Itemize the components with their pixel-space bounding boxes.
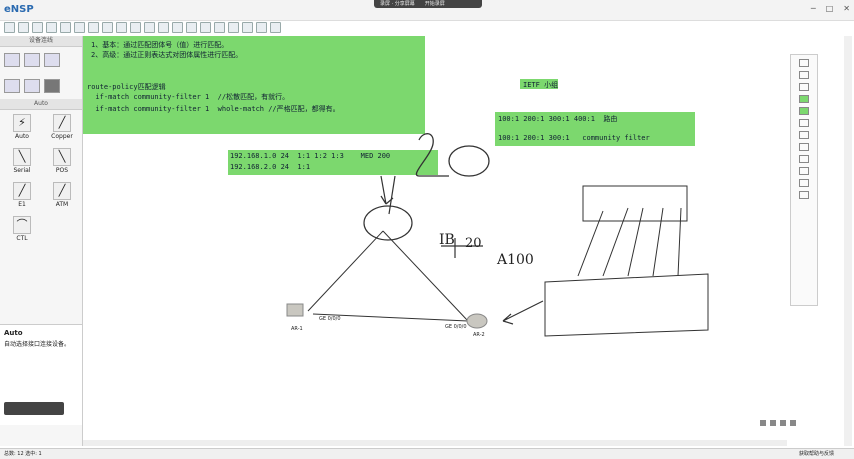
arrow-icon[interactable] bbox=[799, 131, 809, 139]
cloud-icon[interactable] bbox=[24, 79, 40, 93]
topology-canvas[interactable]: 1、基本：通过匹配团体号（值）进行匹配。 2、高级：通过正则表达式对团体属性进行… bbox=[83, 36, 787, 446]
rect-icon[interactable] bbox=[144, 22, 155, 33]
text-icon[interactable] bbox=[130, 22, 141, 33]
pointer-arrow bbox=[502, 300, 544, 325]
switch-icon[interactable] bbox=[24, 53, 40, 67]
cables-title: Auto bbox=[0, 99, 82, 110]
keyboard-icon[interactable] bbox=[780, 420, 786, 426]
cable-auto[interactable]: ⚡ Auto bbox=[4, 114, 40, 146]
open-icon[interactable] bbox=[18, 22, 29, 33]
pen-icon[interactable] bbox=[799, 59, 809, 67]
line-icon[interactable] bbox=[799, 119, 809, 127]
circle-tool-icon[interactable] bbox=[799, 155, 809, 163]
handwritten-20-zero bbox=[448, 145, 490, 177]
app-title: eNSP bbox=[4, 4, 34, 15]
status-bar: 总数: 12 选中: 1 获取帮助与反馈 bbox=[0, 448, 854, 459]
rect-tool-icon[interactable] bbox=[799, 143, 809, 151]
select-icon[interactable] bbox=[88, 22, 99, 33]
cable-icon[interactable] bbox=[44, 79, 60, 93]
ar2-router-icon bbox=[466, 313, 488, 329]
drawing-layer bbox=[286, 133, 709, 337]
toolbar bbox=[4, 22, 524, 34]
atm-icon: ╱ bbox=[53, 182, 71, 200]
stop-icon[interactable] bbox=[186, 22, 197, 33]
cable-atm[interactable]: ╱ ATM bbox=[44, 182, 80, 214]
color-green2-icon[interactable] bbox=[799, 107, 809, 115]
new-icon[interactable] bbox=[4, 22, 15, 33]
down-arrows bbox=[380, 175, 396, 215]
undo-icon[interactable] bbox=[60, 22, 71, 33]
hand-icon[interactable] bbox=[102, 22, 113, 33]
topo-icon[interactable] bbox=[228, 22, 239, 33]
router-icon[interactable] bbox=[4, 53, 20, 67]
grid-icon[interactable] bbox=[242, 22, 253, 33]
e1-icon: ╱ bbox=[13, 182, 31, 200]
cable-serial[interactable]: ╲ Serial bbox=[4, 148, 40, 180]
handwritten-20: 20 bbox=[465, 236, 482, 251]
recorder-bar[interactable]: 录屏 · 分享屏幕 开始录屏 bbox=[374, 0, 482, 8]
window-controls: ─ □ ✕ bbox=[811, 4, 850, 13]
ar1-router-icon bbox=[286, 303, 304, 317]
minimize-button[interactable]: ─ bbox=[811, 4, 816, 13]
pc-icon[interactable] bbox=[4, 79, 20, 93]
save-icon[interactable] bbox=[32, 22, 43, 33]
cable-pos[interactable]: ╲ POS bbox=[44, 148, 80, 180]
ar1-label: AR-1 bbox=[291, 326, 303, 332]
ar1-port: GE 0/0/0 bbox=[319, 316, 341, 322]
cable-copper[interactable]: ╱ Copper bbox=[44, 114, 80, 146]
recorder-start-button[interactable]: 开始录屏 bbox=[425, 0, 445, 8]
dark-button[interactable] bbox=[4, 402, 64, 415]
serial-icon: ╲ bbox=[13, 148, 31, 166]
text-tool-icon[interactable] bbox=[799, 167, 809, 175]
horizontal-scrollbar[interactable] bbox=[83, 440, 787, 446]
upward-arrows bbox=[577, 207, 682, 277]
router-circle bbox=[363, 205, 413, 241]
redo-icon[interactable] bbox=[74, 22, 85, 33]
device-panel: 设备连线 Auto ⚡ Auto ╱ Copper ╲ Serial ╲ POS ╱ E1… bbox=[0, 36, 83, 446]
recorder-share-button[interactable]: 录屏 · 分享屏幕 bbox=[380, 0, 415, 8]
delete-icon[interactable] bbox=[116, 22, 127, 33]
clear-icon[interactable] bbox=[799, 191, 809, 199]
eraser-icon[interactable] bbox=[799, 83, 809, 91]
handwritten-20-label: 20 bbox=[413, 144, 441, 169]
devices-title: 设备连线 bbox=[0, 36, 82, 47]
color-green-icon[interactable] bbox=[799, 95, 809, 103]
annotation-toolbar bbox=[790, 54, 818, 306]
mic-icon[interactable] bbox=[770, 420, 776, 426]
cable-e1[interactable]: ╱ E1 bbox=[4, 182, 40, 214]
ime-tray bbox=[760, 420, 796, 426]
settings-icon[interactable] bbox=[256, 22, 267, 33]
lower-box bbox=[544, 273, 709, 337]
lightning-icon: ⚡ bbox=[13, 114, 31, 132]
help-icon[interactable] bbox=[270, 22, 281, 33]
marker-icon[interactable] bbox=[799, 71, 809, 79]
print-icon[interactable] bbox=[46, 22, 57, 33]
title-bar: eNSP 录屏 · 分享屏幕 开始录屏 ─ □ ✕ bbox=[0, 0, 854, 21]
tray-settings-icon[interactable] bbox=[790, 420, 796, 426]
ellipse-icon[interactable] bbox=[158, 22, 169, 33]
pos-icon: ╲ bbox=[53, 148, 71, 166]
copper-icon: ╱ bbox=[53, 114, 71, 132]
undo-tool-icon[interactable] bbox=[799, 179, 809, 187]
maximize-button[interactable]: □ bbox=[826, 4, 834, 13]
description-body: 自动选择接口连接设备。 bbox=[4, 341, 71, 348]
ime-icon[interactable] bbox=[760, 420, 766, 426]
capture-icon[interactable] bbox=[200, 22, 211, 33]
ar2-label: AR-2 bbox=[473, 332, 485, 338]
close-button[interactable]: ✕ bbox=[843, 4, 850, 13]
ctl-icon: ⌒ bbox=[13, 216, 31, 234]
start-icon[interactable] bbox=[172, 22, 183, 33]
upper-box bbox=[582, 185, 688, 222]
handwritten-a100: A100 bbox=[497, 252, 534, 268]
cable-ctl[interactable]: ⌒ CTL bbox=[4, 216, 40, 248]
handwritten-ib: IB bbox=[439, 232, 455, 248]
description-title: Auto bbox=[4, 329, 23, 337]
ar2-port: GE 0/0/0 bbox=[445, 324, 467, 330]
wlan-icon[interactable] bbox=[44, 53, 60, 67]
cli-icon[interactable] bbox=[214, 22, 225, 33]
vertical-scrollbar[interactable] bbox=[844, 36, 852, 446]
